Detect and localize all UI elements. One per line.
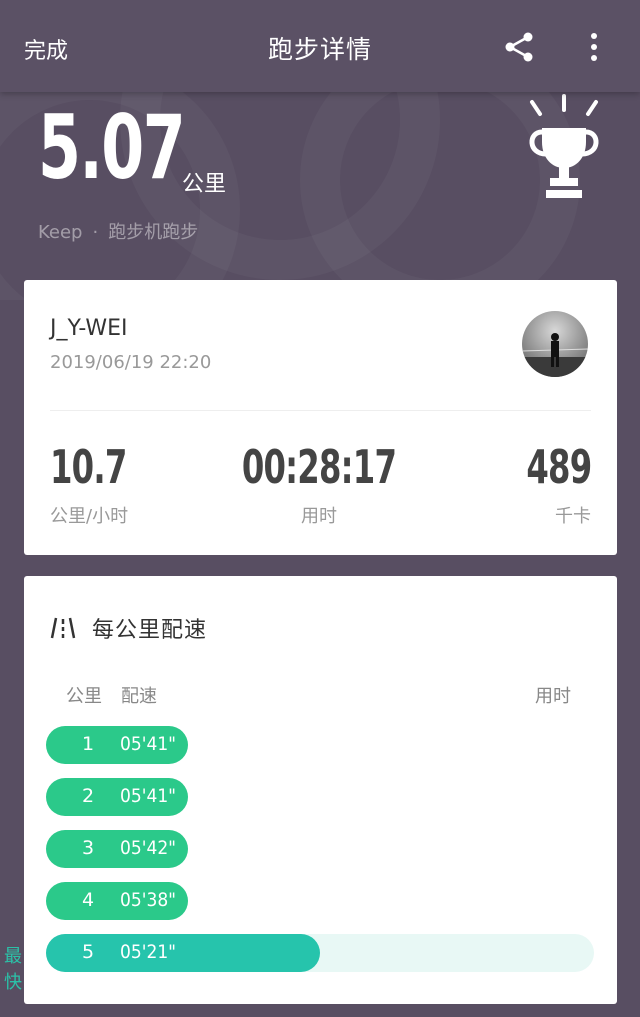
profile-card: J_Y-WEI 2019/06/19 22:20 10.7 公里/小时 00:2… (24, 280, 617, 555)
pace-section-title: 每公里配速 (50, 612, 207, 644)
pace-row-km: 2 (82, 785, 95, 807)
distance-unit: 公里 (182, 172, 227, 197)
duration-value: 00:28:17 (241, 440, 397, 494)
share-icon[interactable] (503, 30, 535, 64)
road-icon (50, 617, 76, 639)
avatar-image (522, 333, 588, 377)
pace-card: 每公里配速 公里 配速 用时 1 05'41" 2 05'41" 3 05'42" 4 05'… (4, 576, 617, 1004)
pace-row-km: 4 (82, 889, 95, 911)
pace-row-km: 3 (82, 837, 95, 859)
divider (50, 410, 591, 411)
speed-value: 10.7 (50, 440, 127, 494)
page-title: 跑步详情 (267, 35, 372, 64)
calories-stat: 489 千卡 (508, 440, 592, 528)
pace-row-pace: 05'38" (120, 889, 177, 911)
username: J_Y-WEI (50, 316, 128, 341)
column-header-pace: 配速 (121, 686, 157, 707)
more-vertical-icon[interactable] (584, 30, 604, 64)
distance-value: 5.07 (38, 96, 186, 199)
duration-label: 用时 (301, 506, 337, 527)
pace-row-pace: 05'42" (120, 837, 177, 859)
calories-value: 489 (525, 440, 592, 494)
pace-row-pace: 05'41" (120, 785, 177, 807)
trophy-icon (529, 94, 599, 198)
fastest-badge: 最快 (4, 946, 22, 993)
pace-row-pace: 05'21" (120, 941, 177, 963)
run-type: 跑步机跑步 (108, 222, 199, 243)
pace-title-text: 每公里配速 (92, 618, 208, 643)
top-bar: 完成 跑步详情 (0, 0, 640, 92)
pace-row-pace: 05'41" (120, 733, 177, 755)
run-datetime: 2019/06/19 22:20 (50, 352, 212, 373)
avatar[interactable] (522, 311, 588, 377)
source-app: Keep (38, 222, 83, 243)
speed-label: 公里/小时 (50, 506, 129, 527)
separator: · (92, 222, 99, 243)
pace-row-km: 1 (82, 733, 95, 755)
column-header-time: 用时 (535, 686, 571, 707)
column-header-km: 公里 (66, 686, 102, 707)
duration-stat: 00:28:17 用时 (204, 444, 434, 528)
run-source: Keep · 跑步机跑步 (38, 218, 198, 244)
pace-row-km: 5 (82, 941, 95, 963)
speed-stat: 10.7 公里/小时 (50, 444, 148, 528)
calories-label: 千卡 (555, 506, 591, 527)
